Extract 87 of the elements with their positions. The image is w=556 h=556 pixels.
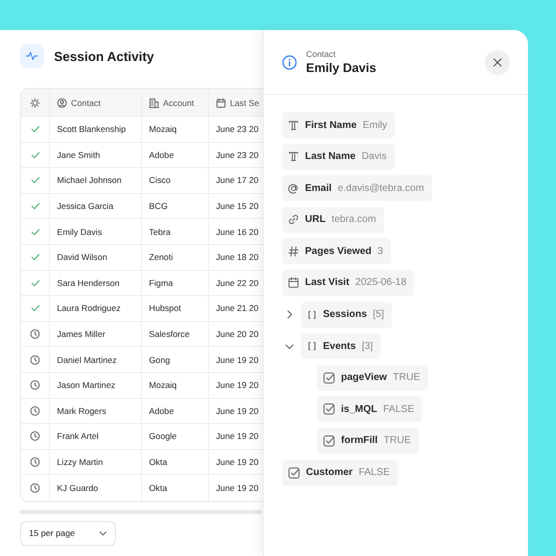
table-cell: Okta — [141, 450, 208, 474]
checkbox-icon — [323, 372, 335, 384]
table-cell: Jason Martinez — [49, 372, 141, 398]
info-icon — [282, 54, 297, 70]
checkbox-icon — [323, 403, 335, 416]
field-value: [5] — [372, 309, 384, 320]
field-value: Emily — [362, 120, 388, 130]
field-label: Events — [323, 340, 356, 352]
table-cell: Sara Henderson — [49, 270, 141, 296]
field-value: FALSE — [383, 404, 414, 415]
table-cell: James Miller — [49, 322, 141, 346]
table-cell: Gong — [141, 347, 208, 372]
field-label: Sessions — [323, 309, 367, 320]
field-value: 2025-06-18 — [355, 277, 406, 288]
link-icon — [288, 214, 299, 226]
chevron-down-icon — [99, 530, 107, 536]
close-button[interactable] — [485, 50, 510, 74]
panel-title: Emily Davis — [306, 61, 378, 75]
column-header[interactable]: Contact — [71, 98, 101, 108]
column-header[interactable]: Last Se — [230, 98, 260, 108]
table-cell: Frank Artel — [49, 424, 141, 449]
table-cell: Zenoti — [141, 244, 208, 270]
field-chip[interactable]: Sessions [5] — [301, 302, 392, 328]
table-cell: Mark Rogers — [49, 398, 141, 424]
sparkle-icon — [30, 98, 40, 108]
field-value: Davis — [362, 151, 387, 162]
table-cell: Lizzy Martin — [49, 450, 141, 474]
scrollbar[interactable] — [20, 510, 262, 514]
brackets-icon — [307, 310, 317, 320]
field-value: tebra.com — [332, 214, 376, 226]
table-cell: Scott Blankenship — [49, 117, 141, 142]
table-cell: Salesforce — [141, 322, 208, 346]
at-sign-icon — [288, 182, 299, 194]
field-label: formFill — [341, 435, 378, 446]
text-icon — [288, 120, 299, 130]
table-cell: BCG — [141, 194, 208, 218]
per-page-select[interactable]: 15 per page — [20, 520, 116, 546]
calendar-icon — [288, 277, 299, 288]
checkbox-icon — [288, 466, 300, 479]
hash-icon — [288, 246, 299, 257]
person-icon — [57, 98, 67, 108]
table-cell: Mozaiq — [141, 117, 208, 142]
table-cell: Hubspot — [141, 296, 208, 321]
table-cell: Cisco — [141, 168, 208, 193]
field-chip[interactable]: Events [3] — [301, 333, 381, 360]
chevron-down-icon[interactable] — [285, 342, 294, 351]
table-cell: Adobe — [141, 142, 208, 168]
field-label: Customer — [306, 467, 353, 478]
table-cell: David Wilson — [49, 244, 141, 270]
table-cell: KJ Guardo — [49, 475, 141, 501]
table-cell: Mozaiq — [141, 372, 208, 398]
table-cell: Adobe — [141, 398, 208, 424]
field-label: is_MQL — [341, 404, 378, 415]
pulse-icon — [26, 51, 38, 61]
checkbox-icon — [323, 434, 335, 447]
table-cell: Laura Rodriguez — [49, 296, 141, 321]
field-label: First Name — [305, 120, 357, 130]
field-label: Pages Viewed — [305, 246, 372, 257]
close-icon — [493, 58, 502, 66]
text-icon — [288, 151, 299, 162]
field-label: Last Name — [305, 151, 356, 162]
field-value: FALSE — [358, 467, 390, 478]
chevron-right-icon[interactable] — [285, 310, 294, 320]
table-cell: Michael Johnson — [49, 168, 141, 193]
field-value: e.davis@tebra.com — [338, 182, 424, 194]
table-cell: Jane Smith — [49, 142, 141, 168]
table-cell: Google — [141, 424, 208, 449]
panel-subtitle: Contact — [306, 49, 337, 59]
table-cell: Figma — [141, 270, 208, 296]
field-value: 3 — [378, 246, 384, 257]
calendar-icon — [216, 98, 226, 108]
field-label: URL — [305, 214, 326, 226]
building-icon — [149, 98, 159, 108]
table-cell: Daniel Martinez — [49, 347, 141, 372]
field-value: TRUE — [392, 372, 420, 384]
field-label: Last Visit — [305, 277, 350, 288]
table-cell: Emily Davis — [49, 219, 141, 244]
page-title: Session Activity — [54, 48, 154, 64]
table-cell: Tebra — [141, 219, 208, 244]
field-value: TRUE — [384, 435, 411, 446]
table-cell: Jessica Garcia — [49, 194, 141, 218]
field-label: pageView — [341, 372, 387, 384]
column-header[interactable]: Account — [163, 98, 194, 108]
field-label: Email — [305, 182, 332, 194]
field-value: [3] — [362, 340, 373, 352]
table-cell: Okta — [141, 475, 208, 501]
brackets-icon — [307, 341, 317, 352]
